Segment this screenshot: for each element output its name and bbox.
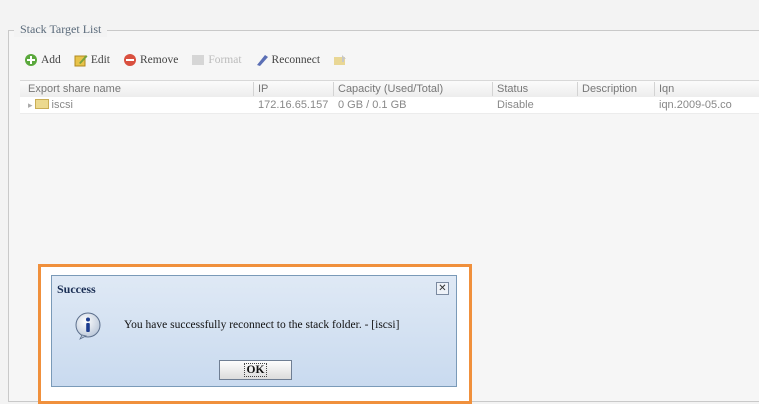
col-export-share-name[interactable]: Export share name (24, 82, 254, 96)
cell-status: Disable (497, 99, 534, 111)
add-label: Add (41, 54, 61, 66)
ok-label: OK (243, 363, 268, 377)
col-status[interactable]: Status (493, 82, 578, 96)
col-description[interactable]: Description (578, 82, 655, 96)
remove-label: Remove (139, 54, 179, 66)
extra-button[interactable] (333, 53, 350, 67)
reconnect-label: Reconnect (271, 54, 321, 66)
format-button[interactable]: Format (191, 53, 242, 67)
cell-export-share-name: ▸ iscsi (24, 98, 254, 112)
folder-icon (34, 99, 49, 109)
col-capacity[interactable]: Capacity (Used/Total) (334, 82, 493, 96)
remove-icon (123, 54, 136, 66)
cell-iqn: iqn.2009-05.co (659, 99, 732, 111)
table-header: Export share name IP Capacity (Used/Tota… (20, 80, 759, 98)
col-ip[interactable]: IP (254, 82, 334, 96)
info-icon (75, 312, 101, 340)
dialog-title: Success (57, 282, 96, 296)
table-row[interactable]: ▸ iscsi 172.16.65.157 0 GB / 0.1 GB Disab… (20, 97, 759, 114)
edit-icon (74, 55, 88, 67)
cell-capacity: 0 GB / 0.1 GB (338, 99, 407, 111)
highlight-frame: Success ✕ You have successfully reconnec… (38, 264, 472, 404)
dialog-message: You have successfully reconnect to the s… (124, 319, 400, 331)
cell-ip: 172.16.65.157 (258, 99, 329, 111)
remove-button[interactable]: Remove (123, 53, 178, 67)
reconnect-icon (256, 55, 268, 66)
edit-button[interactable]: Edit (74, 53, 110, 67)
reconnect-button[interactable]: Reconnect (255, 53, 321, 67)
edit-label: Edit (90, 54, 110, 66)
folder-arrow-icon (334, 55, 347, 65)
add-button[interactable]: Add (24, 53, 61, 67)
col-iqn[interactable]: Iqn (655, 82, 759, 96)
format-label: Format (208, 54, 242, 66)
success-dialog: Success ✕ You have successfully reconnec… (51, 275, 457, 387)
format-icon (192, 55, 205, 65)
add-icon (25, 54, 37, 66)
cell-description (578, 98, 655, 112)
toolbar: Add Edit Remove Format Reconnect (24, 47, 363, 73)
ok-button[interactable]: OK (219, 360, 292, 380)
share-name: iscsi (51, 99, 73, 111)
panel-legend: Stack Target List (14, 22, 108, 37)
close-icon[interactable]: ✕ (436, 282, 449, 295)
expand-icon[interactable]: ▸ (28, 100, 33, 110)
